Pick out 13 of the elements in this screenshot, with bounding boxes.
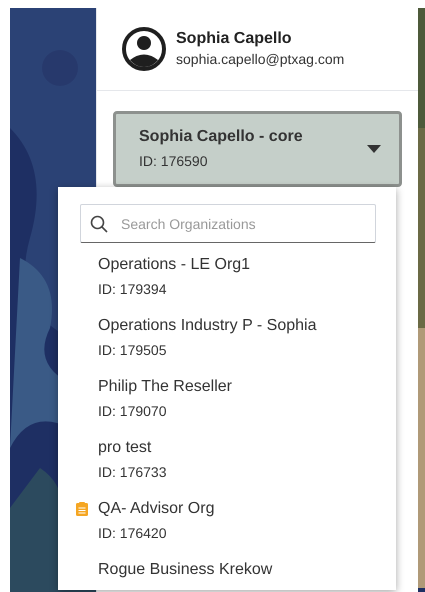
organization-item[interactable]: Operations Industry P - Sophia ID: 179505 [98, 314, 396, 362]
organization-item[interactable]: Rogue Business Krekow [98, 558, 396, 582]
user-email: sophia.capello@ptxag.com [176, 50, 344, 69]
search-field[interactable]: Search Organizations [80, 204, 376, 243]
search-icon [90, 215, 108, 233]
user-name: Sophia Capello [176, 29, 293, 49]
organization-item[interactable]: Philip The Reseller ID: 179070 [98, 375, 396, 423]
organization-item[interactable]: Operations - LE Org1 ID: 179394 [98, 253, 396, 301]
user-avatar-icon [122, 27, 166, 71]
caret-icon [367, 145, 381, 153]
organization-selector[interactable]: Sophia Capello - core ID: 176590 [113, 111, 402, 187]
organization-item[interactable]: pro test ID: 176733 [98, 436, 396, 484]
organization-item[interactable]: QA- Advisor Org ID: 176420 [98, 497, 396, 545]
